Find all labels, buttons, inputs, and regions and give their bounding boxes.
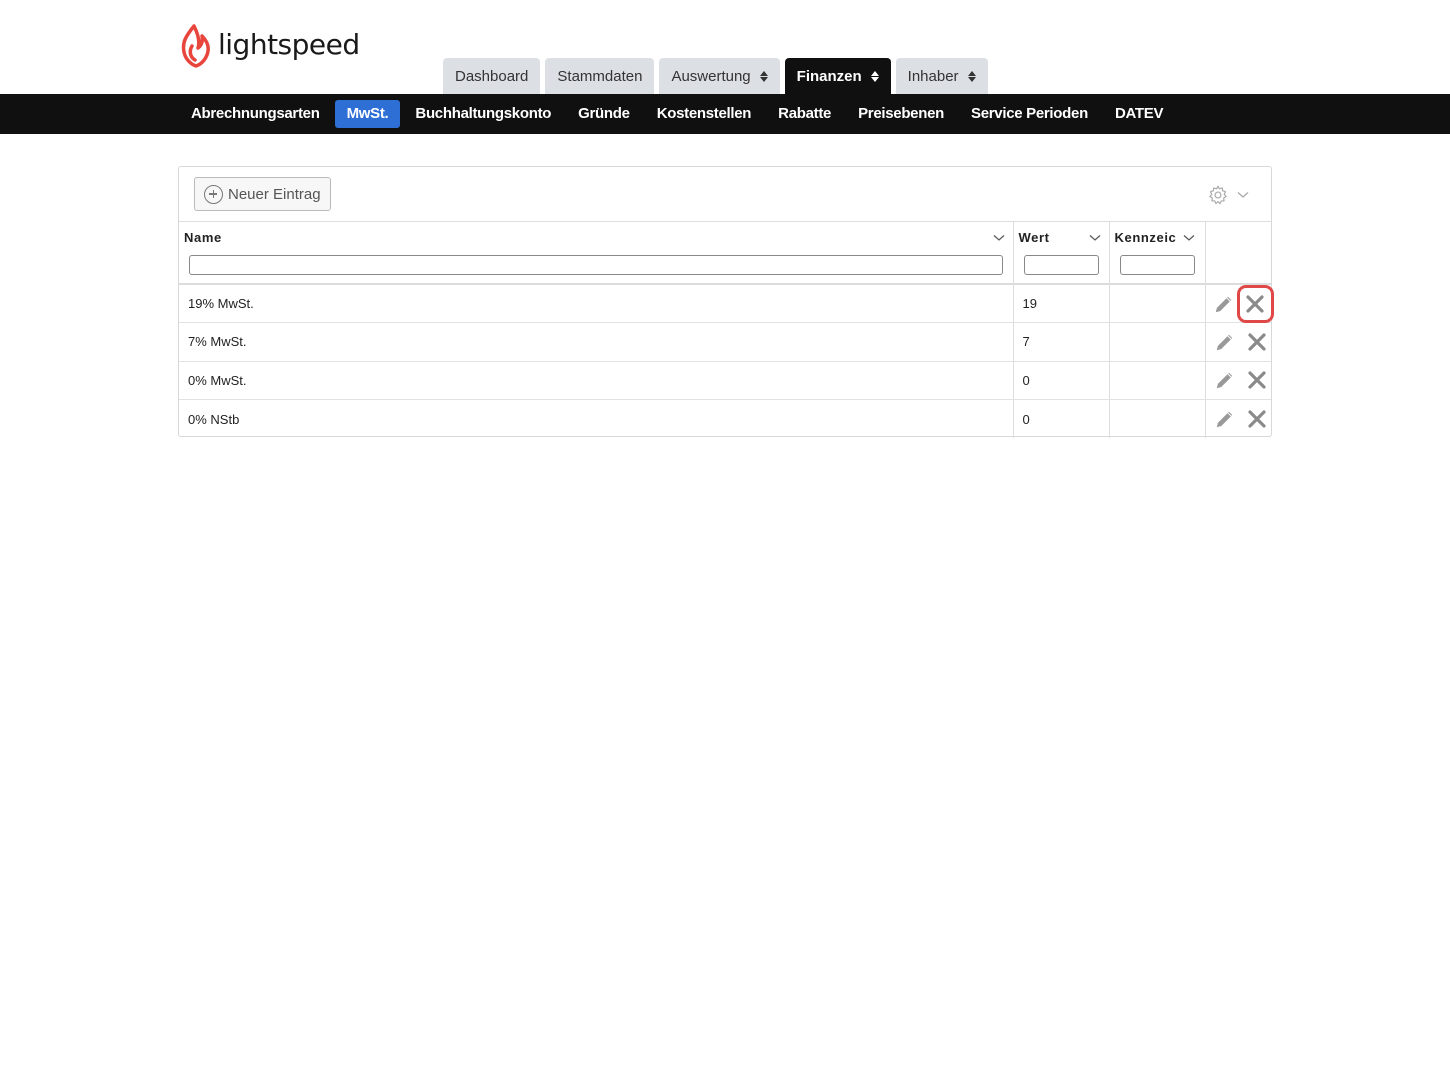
subnav-datev[interactable]: DATEV bbox=[1103, 100, 1175, 128]
name-filter-input[interactable] bbox=[189, 255, 1003, 275]
edit-icon[interactable] bbox=[1212, 406, 1238, 432]
vat-grid-panel: Neuer Eintrag Name Wert Kennzeic 19% MwS… bbox=[178, 166, 1275, 439]
sub-navigation: Abrechnungsarten MwSt. Buchhaltungskonto… bbox=[0, 94, 1450, 134]
delete-icon[interactable] bbox=[1236, 284, 1275, 323]
cell-name: 19% MwSt. bbox=[179, 284, 1014, 323]
cell-actions bbox=[1205, 400, 1271, 439]
delete-icon[interactable] bbox=[1244, 329, 1270, 355]
vat-table: Name Wert Kennzeic 19% MwSt. 19 7% MwSt.… bbox=[179, 222, 1275, 439]
cell-wert: 7 bbox=[1013, 322, 1110, 362]
column-label: Wert bbox=[1018, 230, 1050, 245]
tab-label: Inhaber bbox=[907, 67, 959, 85]
column-header-name[interactable]: Name bbox=[179, 222, 1014, 285]
column-header-wert[interactable]: Wert bbox=[1013, 222, 1110, 285]
subnav-abrechnungsarten[interactable]: Abrechnungsarten bbox=[179, 100, 332, 128]
edit-icon[interactable] bbox=[1212, 291, 1236, 317]
cell-name: 0% NStb bbox=[179, 399, 1014, 438]
cell-name: 0% MwSt. bbox=[179, 361, 1014, 400]
subnav-kostenstellen[interactable]: Kostenstellen bbox=[645, 100, 763, 128]
table-row: 0% MwSt. 0 bbox=[179, 361, 1271, 400]
subnav-preisebenen[interactable]: Preisebenen bbox=[846, 100, 956, 128]
sort-icon bbox=[759, 70, 768, 82]
column-label: Kennzeic bbox=[1114, 230, 1177, 245]
kennzeichen-filter-input[interactable] bbox=[1119, 255, 1195, 275]
tab-finanzen[interactable]: Finanzen bbox=[784, 58, 891, 94]
sort-icon bbox=[870, 70, 879, 82]
edit-icon[interactable] bbox=[1212, 329, 1238, 355]
subnav-service-perioden[interactable]: Service Perioden bbox=[959, 100, 1100, 128]
tab-auswertung[interactable]: Auswertung bbox=[659, 58, 780, 94]
subnav-rabatte[interactable]: Rabatte bbox=[766, 100, 843, 128]
delete-icon[interactable] bbox=[1244, 406, 1270, 432]
tab-dashboard[interactable]: Dashboard bbox=[443, 58, 541, 94]
cell-kennzeichen bbox=[1109, 361, 1206, 400]
brand-name: lightspeed bbox=[218, 27, 360, 61]
new-entry-label: Neuer Eintrag bbox=[228, 185, 321, 203]
table-row: 19% MwSt. 19 bbox=[179, 284, 1275, 323]
table-row: 7% MwSt. 7 bbox=[179, 322, 1271, 362]
chevron-down-icon[interactable] bbox=[1183, 234, 1195, 242]
table-header-row: Name Wert Kennzeic bbox=[179, 222, 1271, 285]
table-row: 0% NStb 0 bbox=[179, 399, 1271, 439]
lightspeed-logo[interactable]: lightspeed bbox=[180, 24, 360, 68]
sort-icon bbox=[967, 70, 976, 82]
grid-settings-menu[interactable] bbox=[1207, 184, 1249, 206]
plus-circle-icon bbox=[204, 184, 223, 204]
chevron-down-icon bbox=[1237, 192, 1249, 198]
gear-icon bbox=[1209, 185, 1227, 205]
wert-filter-input[interactable] bbox=[1023, 255, 1099, 275]
tab-label: Auswertung bbox=[671, 67, 751, 85]
flame-icon bbox=[181, 24, 210, 68]
tab-inhaber[interactable]: Inhaber bbox=[895, 58, 988, 94]
delete-icon[interactable] bbox=[1244, 367, 1270, 393]
chevron-down-icon[interactable] bbox=[993, 234, 1005, 242]
cell-actions bbox=[1205, 322, 1271, 362]
column-header-actions bbox=[1205, 222, 1271, 285]
subnav-gruende[interactable]: Gründe bbox=[566, 100, 642, 128]
tab-label: Finanzen bbox=[796, 67, 862, 85]
cell-kennzeichen bbox=[1109, 284, 1206, 323]
header: lightspeed Dashboard Stammdaten Auswertu… bbox=[0, 0, 1450, 94]
cell-wert: 0 bbox=[1013, 399, 1110, 438]
chevron-down-icon[interactable] bbox=[1089, 234, 1101, 242]
subnav-mwst[interactable]: MwSt. bbox=[334, 100, 401, 128]
cell-name: 7% MwSt. bbox=[179, 322, 1014, 362]
column-header-kennzeichen[interactable]: Kennzeic bbox=[1109, 222, 1206, 285]
cell-actions bbox=[1205, 284, 1275, 323]
subnav-buchhaltungskonto[interactable]: Buchhaltungskonto bbox=[403, 100, 563, 128]
cell-kennzeichen bbox=[1109, 399, 1206, 438]
edit-icon[interactable] bbox=[1212, 367, 1238, 393]
main-tabs: Dashboard Stammdaten Auswertung Finanzen… bbox=[443, 58, 988, 94]
cell-wert: 0 bbox=[1013, 361, 1110, 400]
column-label: Name bbox=[184, 230, 222, 245]
cell-wert: 19 bbox=[1013, 284, 1110, 323]
cell-actions bbox=[1205, 361, 1271, 400]
cell-kennzeichen bbox=[1109, 322, 1206, 362]
grid-toolbar: Neuer Eintrag bbox=[179, 167, 1271, 222]
tab-label: Dashboard bbox=[455, 67, 529, 85]
tab-label: Stammdaten bbox=[557, 67, 643, 85]
new-entry-button[interactable]: Neuer Eintrag bbox=[194, 177, 331, 211]
tab-stammdaten[interactable]: Stammdaten bbox=[545, 58, 655, 94]
